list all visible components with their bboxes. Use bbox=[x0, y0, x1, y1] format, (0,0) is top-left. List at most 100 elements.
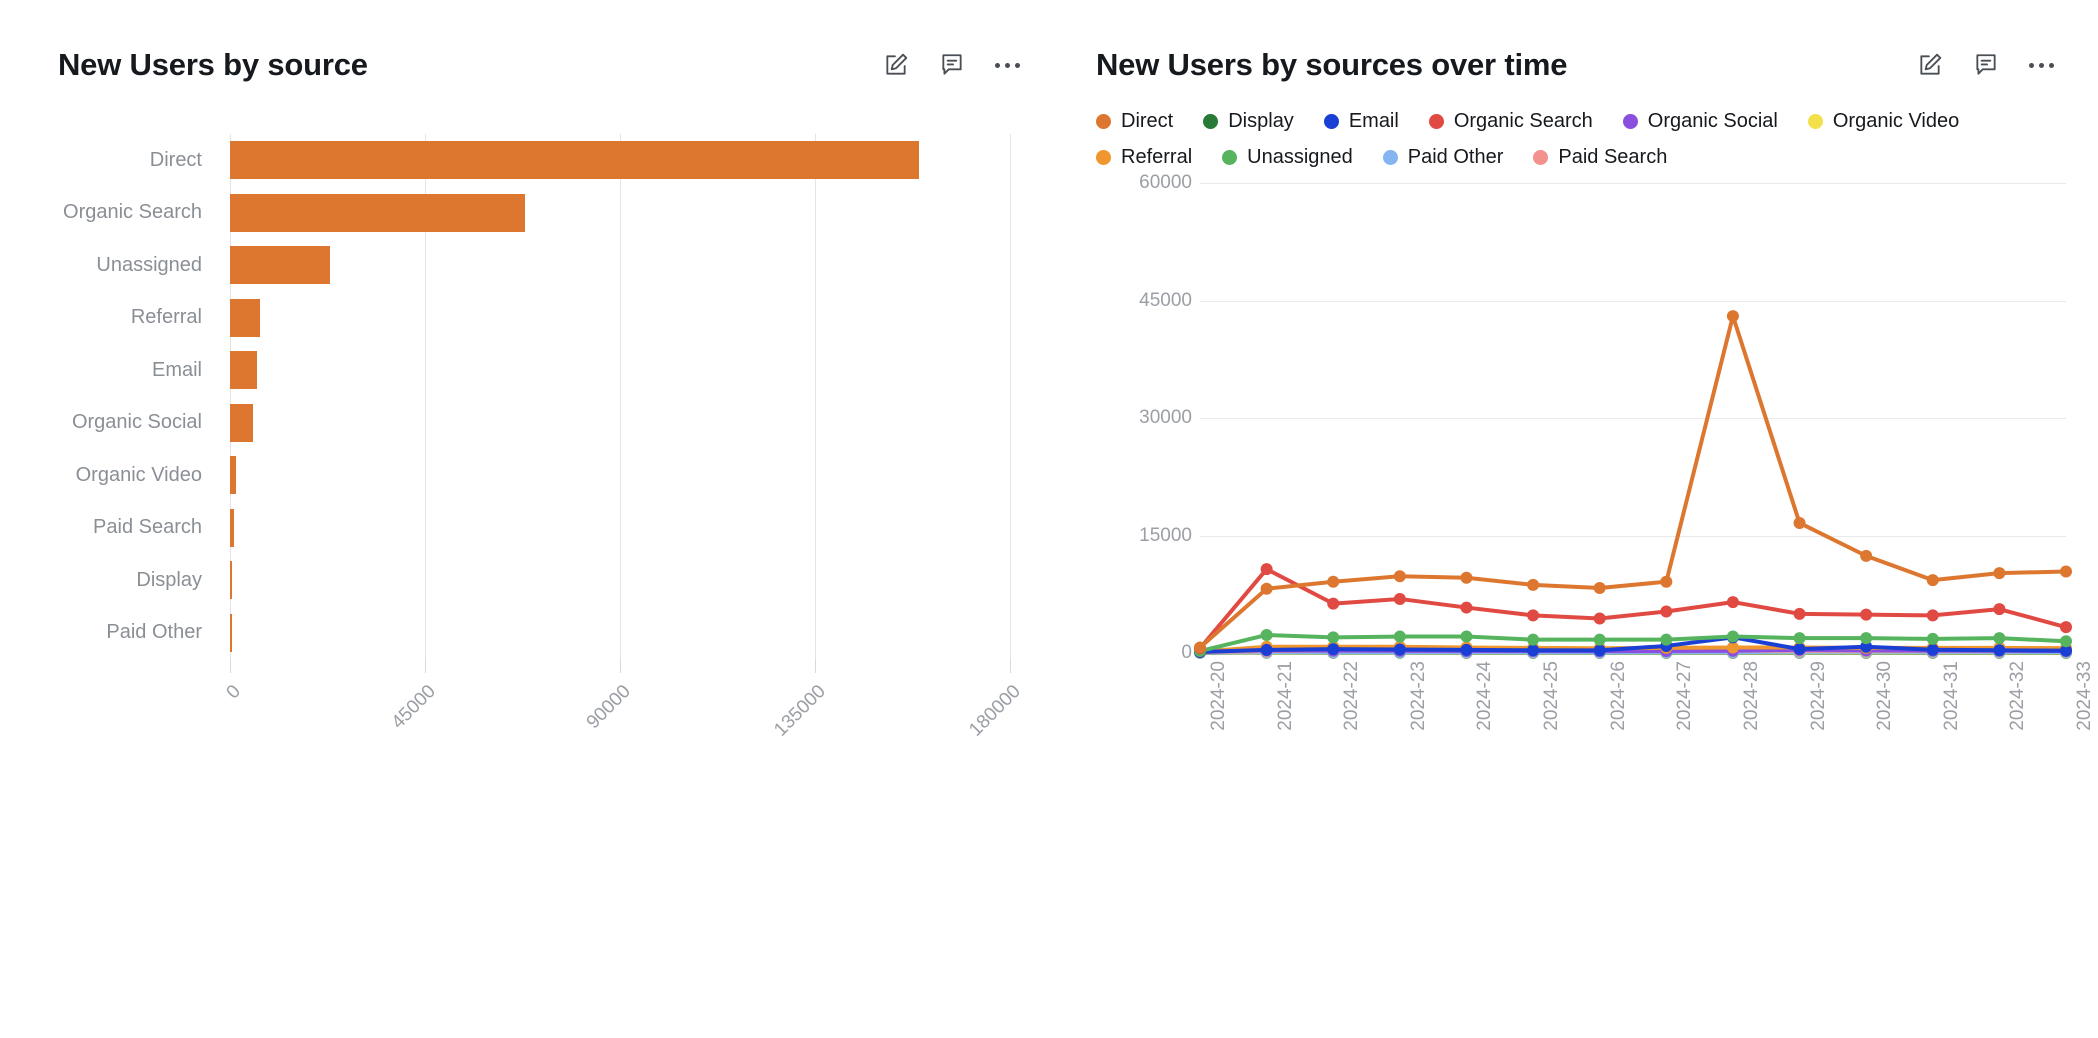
line-data-point[interactable] bbox=[1460, 630, 1473, 643]
bar-row[interactable] bbox=[230, 502, 1010, 555]
legend-item-label: Direct bbox=[1121, 110, 1174, 133]
line-data-point[interactable] bbox=[1793, 643, 1806, 656]
line-data-point[interactable] bbox=[1926, 632, 1939, 645]
line-data-point[interactable] bbox=[1793, 632, 1806, 645]
bar-row[interactable] bbox=[230, 134, 1010, 187]
line-data-point[interactable] bbox=[1460, 571, 1473, 584]
bar-category-label: Organic Search bbox=[63, 201, 202, 224]
line-data-point[interactable] bbox=[1660, 575, 1673, 588]
bar[interactable] bbox=[230, 561, 232, 600]
bar-row[interactable] bbox=[230, 292, 1010, 345]
line-data-point[interactable] bbox=[1527, 633, 1540, 646]
bar[interactable] bbox=[230, 298, 261, 337]
line-data-point[interactable] bbox=[1793, 607, 1806, 620]
bar-row[interactable] bbox=[230, 239, 1010, 292]
line-data-point[interactable] bbox=[1393, 570, 1406, 583]
legend-item[interactable]: Organic Video bbox=[1807, 110, 1959, 133]
more-options-icon[interactable] bbox=[2027, 57, 2056, 74]
line-data-point[interactable] bbox=[1260, 563, 1273, 576]
line-data-point[interactable] bbox=[1726, 630, 1739, 643]
line-data-point[interactable] bbox=[1260, 629, 1273, 642]
line-data-point[interactable] bbox=[1327, 575, 1340, 588]
legend-item[interactable]: Organic Search bbox=[1428, 110, 1593, 133]
legend-color-dot-icon bbox=[1382, 150, 1398, 166]
legend-item[interactable]: Display bbox=[1203, 110, 1294, 133]
line-data-point[interactable] bbox=[1593, 644, 1606, 657]
line-data-point[interactable] bbox=[1593, 633, 1606, 646]
comment-icon[interactable] bbox=[1971, 50, 2001, 80]
line-data-point[interactable] bbox=[1593, 582, 1606, 595]
line-data-point[interactable] bbox=[2060, 621, 2072, 634]
line-data-point[interactable] bbox=[1926, 609, 1939, 622]
bar[interactable] bbox=[230, 141, 919, 180]
line-data-point[interactable] bbox=[2060, 635, 2072, 648]
bar[interactable] bbox=[230, 246, 330, 285]
bar-gridline bbox=[1010, 134, 1011, 660]
line-chart-x-axis: 2024-20 2024-21 2024-22 2024-23 2024-24 2024-… bbox=[1200, 661, 2095, 811]
line-data-point[interactable] bbox=[1860, 549, 1873, 562]
line-data-point[interactable] bbox=[1393, 643, 1406, 656]
bar-chart: Direct Organic Search Unassigned Referral Em… bbox=[0, 116, 1060, 756]
line-data-point[interactable] bbox=[1926, 643, 1939, 656]
comment-icon[interactable] bbox=[937, 50, 967, 80]
legend-item[interactable]: Organic Social bbox=[1622, 110, 1778, 133]
edit-icon[interactable] bbox=[1915, 50, 1945, 80]
line-data-point[interactable] bbox=[1527, 578, 1540, 591]
chart-legend: Direct Display Email Organic Search Organic … bbox=[1060, 110, 2076, 169]
legend-item[interactable]: Paid Other bbox=[1382, 146, 1503, 169]
bar-category-label: Unassigned bbox=[96, 253, 202, 276]
line-x-tick-label: 2024-23 bbox=[1407, 661, 1429, 731]
line-data-point[interactable] bbox=[1260, 582, 1273, 595]
legend-item[interactable]: Unassigned bbox=[1222, 146, 1353, 169]
line-data-point[interactable] bbox=[1860, 632, 1873, 645]
bar[interactable] bbox=[230, 613, 232, 652]
line-data-point[interactable] bbox=[1926, 574, 1939, 587]
legend-item[interactable]: Paid Search bbox=[1533, 146, 1667, 169]
bar-row[interactable] bbox=[230, 397, 1010, 450]
line-data-point[interactable] bbox=[1393, 630, 1406, 643]
line-data-point[interactable] bbox=[1327, 631, 1340, 644]
line-data-point[interactable] bbox=[1194, 641, 1206, 654]
more-options-icon[interactable] bbox=[993, 57, 1022, 74]
legend-color-dot-icon bbox=[1807, 114, 1823, 130]
line-data-point[interactable] bbox=[1660, 605, 1673, 618]
line-data-point[interactable] bbox=[1327, 597, 1340, 610]
bar[interactable] bbox=[230, 403, 253, 442]
legend-item[interactable]: Direct bbox=[1096, 110, 1173, 133]
line-data-point[interactable] bbox=[1993, 567, 2006, 580]
line-data-point[interactable] bbox=[1860, 608, 1873, 621]
line-data-point[interactable] bbox=[1726, 596, 1739, 609]
line-data-point[interactable] bbox=[1327, 643, 1340, 656]
bar-row[interactable] bbox=[230, 344, 1010, 397]
line-data-point[interactable] bbox=[1527, 609, 1540, 622]
bar-row[interactable] bbox=[230, 187, 1010, 240]
line-data-point[interactable] bbox=[1460, 601, 1473, 614]
line-data-point[interactable] bbox=[1993, 603, 2006, 616]
line-y-tick-label: 30000 bbox=[1139, 407, 1192, 429]
line-data-point[interactable] bbox=[1660, 633, 1673, 646]
line-data-point[interactable] bbox=[1993, 632, 2006, 645]
panel-actions-left bbox=[881, 50, 1022, 80]
line-data-point[interactable] bbox=[1527, 644, 1540, 657]
line-x-tick-label: 2024-32 bbox=[2007, 661, 2029, 731]
legend-color-dot-icon bbox=[1203, 114, 1219, 130]
line-data-point[interactable] bbox=[1993, 644, 2006, 657]
bar-row[interactable] bbox=[230, 607, 1010, 660]
legend-item[interactable]: Referral bbox=[1096, 146, 1192, 169]
bar[interactable] bbox=[230, 193, 525, 232]
line-data-point[interactable] bbox=[1393, 593, 1406, 606]
line-data-point[interactable] bbox=[1460, 643, 1473, 656]
edit-icon[interactable] bbox=[881, 50, 911, 80]
bar[interactable] bbox=[230, 508, 234, 547]
line-data-point[interactable] bbox=[2060, 565, 2072, 578]
line-data-point[interactable] bbox=[1793, 517, 1806, 530]
line-data-point[interactable] bbox=[1726, 310, 1739, 323]
line-data-point[interactable] bbox=[1593, 612, 1606, 625]
legend-item[interactable]: Email bbox=[1323, 110, 1399, 133]
bar-row[interactable] bbox=[230, 554, 1010, 607]
bar-row[interactable] bbox=[230, 449, 1010, 502]
page-title-right: New Users by sources over time bbox=[1096, 47, 1568, 82]
bar[interactable] bbox=[230, 456, 237, 495]
bar[interactable] bbox=[230, 351, 257, 390]
line-data-point[interactable] bbox=[1260, 643, 1273, 656]
